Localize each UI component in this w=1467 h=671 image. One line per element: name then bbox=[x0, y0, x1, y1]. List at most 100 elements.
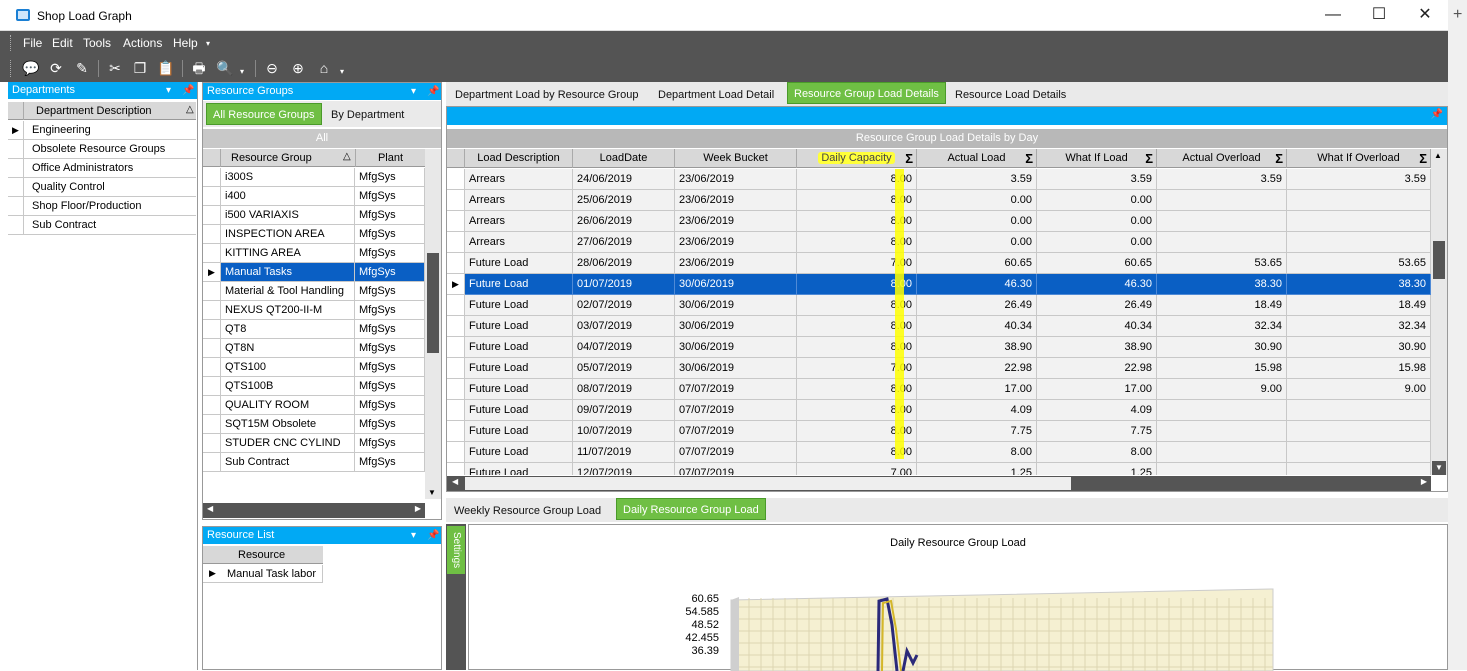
resource-group-header[interactable]: Resource Group bbox=[231, 152, 312, 164]
table-row[interactable]: QUALITY ROOM MfgSys bbox=[203, 396, 425, 415]
table-row[interactable]: Future Load 02/07/2019 30/06/2019 8.00 26.49… bbox=[447, 295, 1431, 316]
table-row[interactable]: Future Load 09/07/2019 07/07/2019 8.00 4.09 4… bbox=[447, 400, 1431, 421]
tab-weekly-resource-group-load[interactable]: Weekly Resource Group Load bbox=[448, 500, 607, 522]
cut-icon[interactable]: ✂ bbox=[106, 59, 124, 77]
table-row[interactable]: Future Load 11/07/2019 07/07/2019 8.00 8.00 8… bbox=[447, 442, 1431, 463]
list-item[interactable]: Quality Control bbox=[8, 178, 196, 197]
grid-header-3[interactable]: Daily Capacity Σ bbox=[797, 149, 917, 168]
sum-icon[interactable]: Σ bbox=[1275, 149, 1283, 168]
table-row[interactable]: QT8 MfgSys bbox=[203, 320, 425, 339]
table-row[interactable]: i300S MfgSys bbox=[203, 168, 425, 187]
table-row[interactable]: Arrears 24/06/2019 23/06/2019 8.00 3.59 3.59 3… bbox=[447, 169, 1431, 190]
chat-icon[interactable]: 💬 bbox=[22, 59, 40, 77]
home-icon[interactable]: ⌂ bbox=[315, 59, 333, 77]
tab-department-load-detail[interactable]: Department Load Detail bbox=[652, 84, 780, 106]
resource-groups-hscroll[interactable]: ◀ ▶ bbox=[203, 503, 425, 518]
table-row[interactable]: Future Load 10/07/2019 07/07/2019 8.00 7.75 7… bbox=[447, 421, 1431, 442]
tab-resource-load-details[interactable]: Resource Load Details bbox=[949, 84, 1072, 106]
departments-column-header[interactable]: Department Description △ bbox=[8, 102, 196, 120]
table-row[interactable]: Arrears 25/06/2019 23/06/2019 8.00 0.00 0.00 bbox=[447, 190, 1431, 211]
tab-daily-resource-group-load[interactable]: Daily Resource Group Load bbox=[616, 498, 766, 520]
sum-icon[interactable]: Σ bbox=[1145, 149, 1153, 168]
pin-icon[interactable]: 📌 bbox=[182, 82, 194, 99]
grid-header-6[interactable]: Actual Overload Σ bbox=[1157, 149, 1287, 168]
sum-icon[interactable]: Σ bbox=[1419, 149, 1427, 168]
scroll-right-icon[interactable]: ▶ bbox=[1421, 477, 1427, 486]
settings-tab[interactable]: Settings bbox=[447, 526, 465, 574]
menu-overflow-icon[interactable]: ▾ bbox=[206, 39, 210, 48]
table-row[interactable]: Future Load 04/07/2019 30/06/2019 8.00 38.90… bbox=[447, 337, 1431, 358]
list-item[interactable]: Obsolete Resource Groups bbox=[8, 140, 196, 159]
table-row[interactable]: Future Load 08/07/2019 07/07/2019 8.00 17.00… bbox=[447, 379, 1431, 400]
scroll-left-icon[interactable]: ◀ bbox=[452, 477, 458, 486]
tab-resource-group-load-details[interactable]: Resource Group Load Details bbox=[787, 82, 946, 104]
menu-actions[interactable]: Actions bbox=[123, 36, 162, 50]
list-item[interactable]: Office Administrators bbox=[8, 159, 196, 178]
dropdown-icon[interactable]: ▾ bbox=[166, 82, 171, 99]
copy-icon[interactable]: ❐ bbox=[131, 59, 149, 77]
scroll-down-icon[interactable]: ▼ bbox=[428, 488, 436, 497]
table-row[interactable]: i400 MfgSys bbox=[203, 187, 425, 206]
pin-icon[interactable]: 📌 bbox=[427, 527, 439, 544]
table-row[interactable]: QTS100 MfgSys bbox=[203, 358, 425, 377]
forward-icon[interactable]: ⊕ bbox=[289, 59, 307, 77]
scroll-up-icon[interactable]: ▲ bbox=[1434, 151, 1442, 160]
menu-edit[interactable]: Edit bbox=[52, 36, 73, 50]
tab-all-resource-groups[interactable]: All Resource Groups bbox=[206, 103, 322, 125]
table-row[interactable]: SQT15M Obsolete MfgSys bbox=[203, 415, 425, 434]
grid-header-4[interactable]: Actual Load Σ bbox=[917, 149, 1037, 168]
print-icon[interactable]: 🖶 bbox=[190, 59, 208, 77]
refresh-icon[interactable]: ⟳ bbox=[47, 59, 65, 77]
list-item[interactable]: Sub Contract bbox=[8, 216, 196, 235]
grid-vscroll[interactable]: ▲ ▼ bbox=[1431, 149, 1447, 475]
menu-file[interactable]: File bbox=[23, 36, 42, 50]
menu-help[interactable]: Help bbox=[173, 36, 198, 50]
table-row[interactable]: Future Load 05/07/2019 30/06/2019 7.00 22.98… bbox=[447, 358, 1431, 379]
clear-icon[interactable]: ✎ bbox=[73, 59, 91, 77]
table-row[interactable]: ▶ Future Load 01/07/2019 30/06/2019 8.00 46.3… bbox=[447, 274, 1431, 295]
dropdown-icon[interactable]: ▾ bbox=[340, 67, 344, 76]
table-row[interactable]: INSPECTION AREA MfgSys bbox=[203, 225, 425, 244]
table-row[interactable]: QTS100B MfgSys bbox=[203, 377, 425, 396]
pin-icon[interactable]: 📌 bbox=[1431, 109, 1443, 120]
table-row[interactable]: Future Load 28/06/2019 23/06/2019 7.00 60.65… bbox=[447, 253, 1431, 274]
plant-header[interactable]: Plant bbox=[355, 149, 425, 167]
maximize-button[interactable]: ☐ bbox=[1364, 6, 1394, 26]
table-row[interactable]: Sub Contract MfgSys bbox=[203, 453, 425, 472]
table-row[interactable]: Material & Tool Handling MfgSys bbox=[203, 282, 425, 301]
resource-groups-vscroll[interactable]: ▼ bbox=[425, 149, 441, 499]
table-row[interactable]: STUDER CNC CYLIND MfgSys bbox=[203, 434, 425, 453]
grid-hscroll[interactable]: ◀ ▶ bbox=[447, 476, 1431, 491]
minimize-button[interactable]: — bbox=[1318, 6, 1348, 26]
pin-icon[interactable]: 📌 bbox=[427, 83, 439, 100]
table-row[interactable]: Future Load 12/07/2019 07/07/2019 7.00 1.25 1… bbox=[447, 463, 1431, 475]
grid-header-1[interactable]: LoadDate bbox=[573, 149, 675, 168]
scroll-right-icon[interactable]: ▶ bbox=[415, 504, 421, 513]
paste-icon[interactable]: 📋 bbox=[157, 59, 175, 77]
table-row[interactable]: Arrears 26/06/2019 23/06/2019 8.00 0.00 0.00 bbox=[447, 211, 1431, 232]
close-button[interactable]: ✕ bbox=[1410, 6, 1440, 26]
grid-header-2[interactable]: Week Bucket bbox=[675, 149, 797, 168]
dropdown-icon[interactable]: ▾ bbox=[411, 527, 416, 544]
list-item[interactable]: Shop Floor/Production bbox=[8, 197, 196, 216]
back-icon[interactable]: ⊖ bbox=[263, 59, 281, 77]
sum-icon[interactable]: Σ bbox=[905, 149, 913, 168]
grid-header-0[interactable]: Load Description bbox=[465, 149, 573, 168]
table-row[interactable]: NEXUS QT200-II-M MfgSys bbox=[203, 301, 425, 320]
scroll-track[interactable] bbox=[465, 477, 1071, 490]
list-item[interactable]: ▶ Manual Task labor bbox=[203, 565, 323, 583]
tab-department-load-by-resource-group[interactable]: Department Load by Resource Group bbox=[449, 84, 644, 106]
table-row[interactable]: i500 VARIAXIS MfgSys bbox=[203, 206, 425, 225]
menu-tools[interactable]: Tools bbox=[83, 36, 111, 50]
table-row[interactable]: QT8N MfgSys bbox=[203, 339, 425, 358]
grid-header-7[interactable]: What If Overload Σ bbox=[1287, 149, 1431, 168]
scroll-thumb[interactable] bbox=[427, 253, 439, 353]
table-row[interactable]: ▶ Manual Tasks MfgSys bbox=[203, 263, 425, 282]
resource-column-header[interactable]: Resource bbox=[203, 546, 323, 564]
dropdown-icon[interactable]: ▾ bbox=[411, 83, 416, 100]
list-item[interactable]: ▶ Engineering bbox=[8, 121, 196, 140]
scroll-down-icon[interactable]: ▼ bbox=[1432, 461, 1446, 475]
grid-header-5[interactable]: What If Load Σ bbox=[1037, 149, 1157, 168]
tab-by-department[interactable]: By Department bbox=[325, 104, 410, 126]
print-preview-icon[interactable]: 🔍 bbox=[216, 59, 234, 77]
